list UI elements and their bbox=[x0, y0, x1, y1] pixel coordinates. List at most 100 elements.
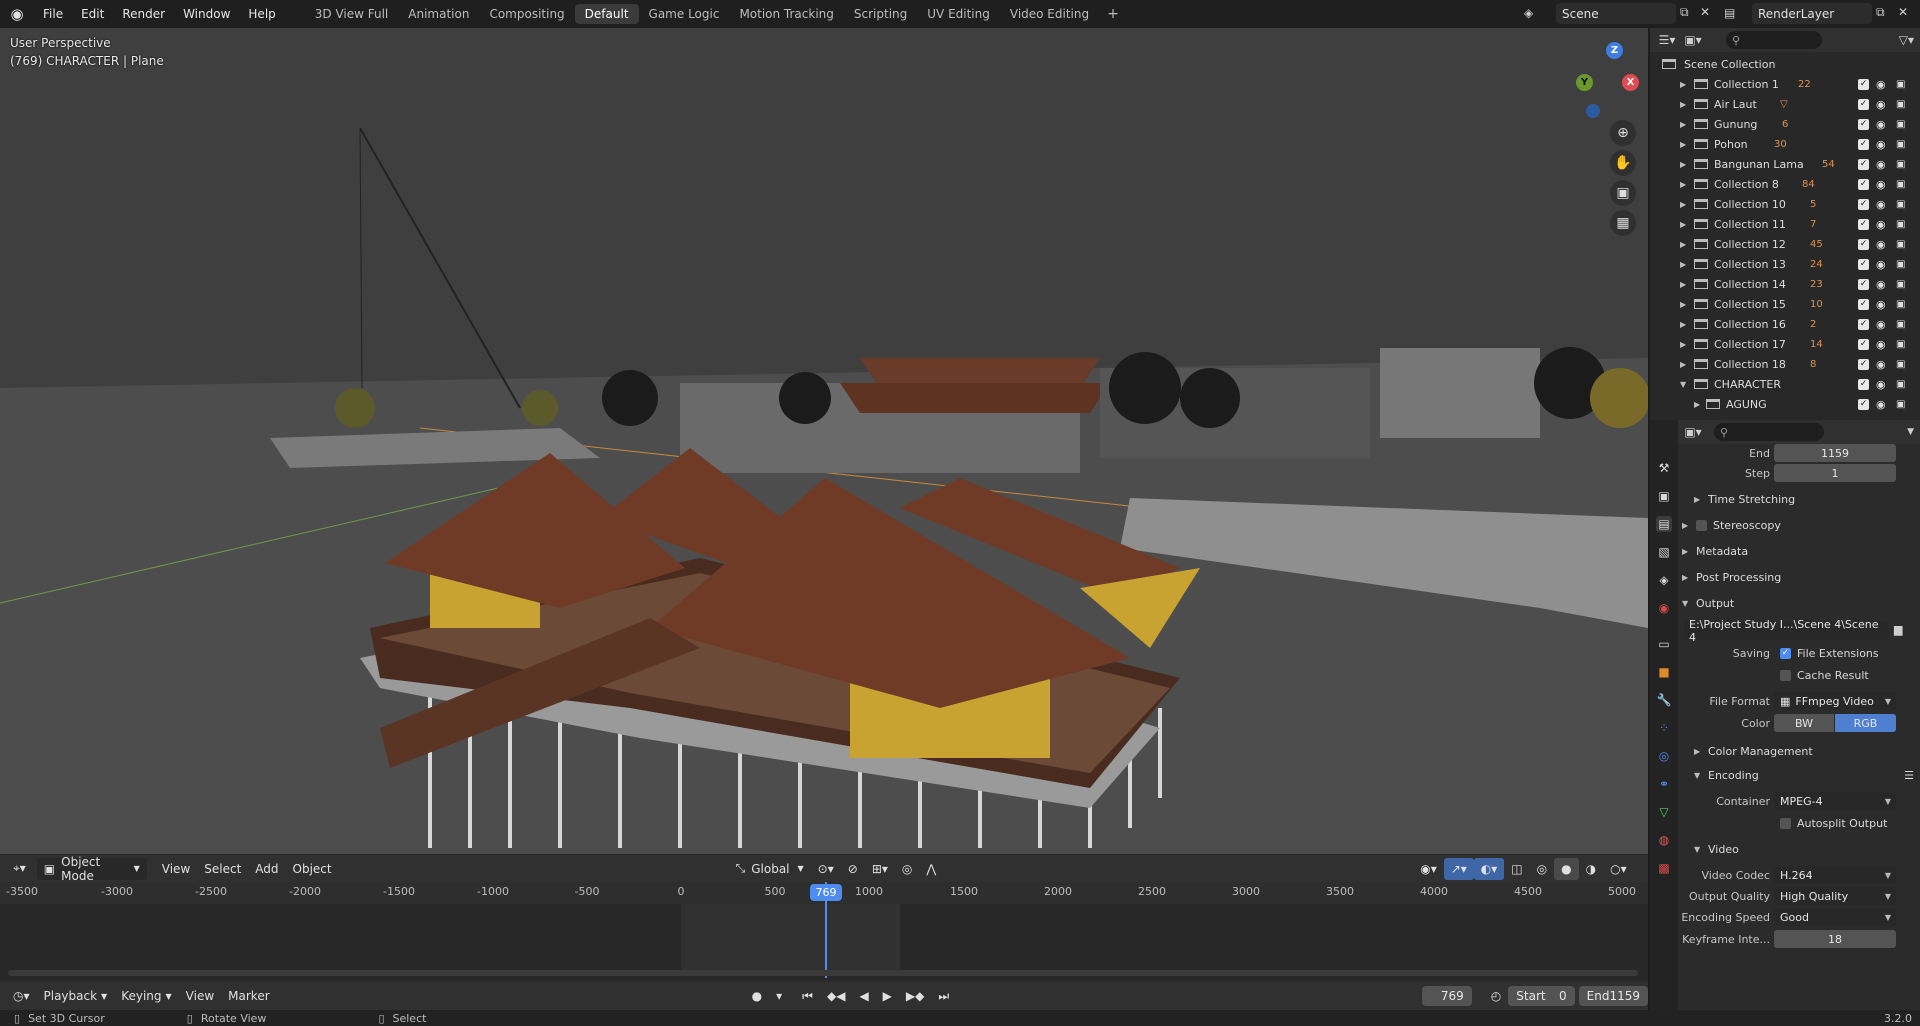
gizmo-x-axis[interactable]: X bbox=[1622, 74, 1639, 91]
expand-arrow-icon[interactable]: ▶ bbox=[1680, 180, 1686, 189]
include-checkbox[interactable]: ✓ bbox=[1858, 318, 1869, 330]
solid-shading-icon[interactable]: ● bbox=[1554, 857, 1579, 880]
output-tab-icon[interactable]: ▤ bbox=[1656, 516, 1672, 532]
eye-icon[interactable]: ◉ bbox=[1876, 218, 1886, 231]
eye-icon[interactable]: ◉ bbox=[1876, 198, 1886, 211]
tool-tab-icon[interactable]: ⚒ bbox=[1656, 460, 1672, 476]
include-checkbox[interactable]: ✓ bbox=[1858, 278, 1869, 290]
list-item[interactable]: ▶ Collection 14 23 ✓ ◉ ▣ bbox=[1650, 274, 1920, 294]
render-layer-icon[interactable]: ▤ bbox=[1724, 6, 1735, 20]
list-item[interactable]: ▶ Collection 12 45 ✓ ◉ ▣ bbox=[1650, 234, 1920, 254]
jump-end-icon[interactable]: ⏭ bbox=[931, 985, 956, 1007]
material-shading-icon[interactable]: ◑ bbox=[1579, 858, 1603, 880]
list-item[interactable]: ▶ Collection 1 22 ✓ ◉ ▣ bbox=[1650, 74, 1920, 94]
tab-compositing[interactable]: Compositing bbox=[479, 4, 574, 24]
render-layer-selector[interactable]: RenderLayer bbox=[1752, 3, 1872, 24]
clock-icon[interactable]: ◷▾ bbox=[6, 985, 37, 1007]
include-checkbox[interactable]: ✓ bbox=[1858, 298, 1869, 310]
close-icon[interactable]: ✕ bbox=[1700, 5, 1710, 19]
tab-game-logic[interactable]: Game Logic bbox=[639, 4, 730, 24]
expand-arrow-icon[interactable]: ▶ bbox=[1680, 280, 1686, 289]
copy-scene-icon[interactable]: ⧉ bbox=[1680, 5, 1689, 20]
menu-view[interactable]: View bbox=[179, 985, 221, 1007]
eye-icon[interactable]: ◉ bbox=[1876, 118, 1886, 131]
menu-file[interactable]: File bbox=[34, 7, 72, 21]
include-checkbox[interactable]: ✓ bbox=[1858, 258, 1869, 270]
expand-arrow-icon[interactable]: ▶ bbox=[1680, 80, 1686, 89]
list-item[interactable]: ▶ Collection 11 7 ✓ ◉ ▣ bbox=[1650, 214, 1920, 234]
auto-key-icon[interactable]: ▾ bbox=[769, 985, 789, 1007]
stereoscopy-checkbox[interactable] bbox=[1696, 519, 1707, 531]
render-camera-icon[interactable]: ▣ bbox=[1896, 319, 1905, 330]
scene-tab-icon[interactable]: ◈ bbox=[1656, 572, 1672, 588]
mode-selector[interactable]: ▣ Object Mode ▼ bbox=[36, 855, 147, 883]
encoding-panel[interactable]: ▼ Encoding ☰ bbox=[1694, 764, 1920, 786]
xray-icon[interactable]: ◫ bbox=[1504, 858, 1529, 880]
eye-icon[interactable]: ◉ bbox=[1876, 318, 1886, 331]
snap-target-icon[interactable]: ⊞▾ bbox=[865, 858, 895, 880]
visibility-icon[interactable]: ◉▾ bbox=[1413, 858, 1444, 880]
zoom-icon[interactable]: ⊕ bbox=[1610, 120, 1636, 146]
end-frame-field[interactable]: End 1159 bbox=[1578, 986, 1648, 1006]
outliner-search[interactable]: ⚲ bbox=[1726, 31, 1822, 49]
tab-video-editing[interactable]: Video Editing bbox=[1000, 4, 1099, 24]
menu-object[interactable]: Object bbox=[286, 858, 339, 880]
list-item[interactable]: ▶ Collection 17 14 ✓ ◉ ▣ bbox=[1650, 334, 1920, 354]
render-camera-icon[interactable]: ▣ bbox=[1896, 119, 1905, 130]
video-codec-dropdown[interactable]: H.264 ▼ bbox=[1774, 866, 1896, 884]
menu-edit[interactable]: Edit bbox=[72, 7, 113, 21]
metadata-panel[interactable]: ▶ Metadata bbox=[1682, 540, 1912, 562]
grid-view-icon[interactable]: ▦ bbox=[1610, 210, 1636, 236]
gizmo-y-axis[interactable]: Y bbox=[1576, 74, 1593, 91]
include-checkbox[interactable]: ✓ bbox=[1858, 378, 1869, 390]
display-mode-icon[interactable]: ▣▾ bbox=[1680, 33, 1706, 47]
menu-playback[interactable]: Playback ▼ bbox=[37, 985, 115, 1007]
particles-tab-icon[interactable]: ⁘ bbox=[1656, 720, 1672, 736]
tab-default[interactable]: Default bbox=[574, 4, 639, 24]
expand-arrow-icon[interactable]: ▶ bbox=[1694, 400, 1700, 409]
include-checkbox[interactable]: ✓ bbox=[1858, 178, 1869, 190]
render-tab-icon[interactable]: ▣ bbox=[1656, 488, 1672, 504]
render-camera-icon[interactable]: ▣ bbox=[1896, 139, 1905, 150]
list-item[interactable]: ▶ Collection 13 24 ✓ ◉ ▣ bbox=[1650, 254, 1920, 274]
cache-result-toggle[interactable]: Cache Result bbox=[1780, 669, 1869, 682]
list-presets-icon[interactable]: ☰ bbox=[1904, 769, 1914, 782]
list-item[interactable]: ▶ Collection 18 8 ✓ ◉ ▣ bbox=[1650, 354, 1920, 374]
eye-icon[interactable]: ◉ bbox=[1876, 238, 1886, 251]
keyframe-interval-field[interactable]: 18 bbox=[1774, 930, 1896, 948]
next-keyframe-icon[interactable]: ▶◆ bbox=[899, 985, 931, 1007]
eye-icon[interactable]: ◉ bbox=[1876, 98, 1886, 111]
encoding-speed-dropdown[interactable]: Good ▼ bbox=[1774, 908, 1896, 926]
menu-window[interactable]: Window bbox=[174, 7, 239, 21]
file-extensions-toggle[interactable]: ✓ File Extensions bbox=[1780, 647, 1879, 660]
world-tab-icon[interactable]: ◉ bbox=[1656, 600, 1672, 616]
color-rgb-button[interactable]: RGB bbox=[1835, 714, 1896, 732]
render-camera-icon[interactable]: ▣ bbox=[1896, 219, 1905, 230]
object-tab-icon[interactable]: ■ bbox=[1656, 664, 1672, 680]
menu-add[interactable]: Add bbox=[248, 858, 285, 880]
eye-icon[interactable]: ◉ bbox=[1876, 398, 1886, 411]
step-field[interactable]: 1 bbox=[1774, 464, 1896, 482]
render-camera-icon[interactable]: ▣ bbox=[1896, 179, 1905, 190]
menu-render[interactable]: Render bbox=[113, 7, 174, 21]
physics-tab-icon[interactable]: ◎ bbox=[1656, 748, 1672, 764]
expand-arrow-icon[interactable]: ▶ bbox=[1680, 140, 1686, 149]
expand-arrow-icon[interactable]: ▶ bbox=[1680, 300, 1686, 309]
jump-start-icon[interactable]: ⏮ bbox=[795, 985, 820, 1007]
list-item[interactable]: ▶ Collection 8 84 ✓ ◉ ▣ bbox=[1650, 174, 1920, 194]
render-camera-icon[interactable]: ▣ bbox=[1896, 359, 1905, 370]
include-checkbox[interactable]: ✓ bbox=[1858, 158, 1869, 170]
expand-arrow-icon[interactable]: ▶ bbox=[1680, 220, 1686, 229]
include-checkbox[interactable]: ✓ bbox=[1858, 198, 1869, 210]
cache-result-checkbox[interactable] bbox=[1780, 670, 1791, 681]
color-management-panel[interactable]: ▶ Color Management bbox=[1694, 740, 1920, 762]
3d-viewport[interactable]: User Perspective (769) CHARACTER | Plane… bbox=[0, 28, 1648, 854]
eye-icon[interactable]: ◉ bbox=[1876, 378, 1886, 391]
filter-icon[interactable]: ▽▾ bbox=[1899, 33, 1914, 47]
collapse-arrow-icon[interactable]: ▼ bbox=[1680, 380, 1686, 389]
list-item[interactable]: ▶ Gunung 6 ✓ ◉ ▣ bbox=[1650, 114, 1920, 134]
proportional-edit-icon[interactable]: ◎ bbox=[895, 858, 919, 880]
play-reverse-icon[interactable]: ◀ bbox=[852, 985, 875, 1007]
record-icon[interactable]: ● bbox=[745, 985, 769, 1007]
eye-icon[interactable]: ◉ bbox=[1876, 298, 1886, 311]
